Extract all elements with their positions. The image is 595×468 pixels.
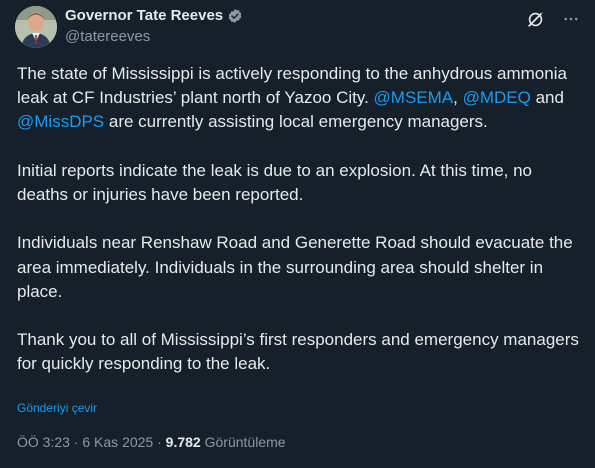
mention-mdeq[interactable]: @MDEQ [463,88,531,107]
top-actions [525,9,581,29]
tweet-paragraph-2: Initial reports indicate the leak is due… [17,160,533,204]
tweet-paragraph-1: The state of Mississippi is actively res… [17,62,582,135]
avatar[interactable] [15,6,57,48]
more-options-icon[interactable] [561,9,581,29]
mention-missdps[interactable]: @MissDPS [17,112,104,131]
views-count[interactable]: 9.782 [166,434,201,450]
post-time[interactable]: ÖÖ 3:23 [17,434,70,450]
views-label: Görüntüleme [200,434,286,450]
verified-badge-icon [227,8,243,24]
avatar-photo [15,6,57,48]
author-name-row[interactable]: Governor Tate Reeves [65,7,243,24]
translate-post-link[interactable]: Gönderiyi çevir [17,401,97,415]
author-handle[interactable]: @tatereeves [65,28,150,45]
tweet-paragraph-4: Thank you to all of Mississippi’s first … [17,330,579,374]
meta-separator: · [69,434,83,450]
post-date[interactable]: 6 Kas 2025 [82,434,153,450]
tweet-text-segment: are currently assisting local emergency … [104,112,488,132]
tweet-text: The state of Mississippi is actively res… [17,62,582,377]
tweet-text-segment: and [530,88,564,108]
meta-separator: · [153,434,166,450]
grok-icon[interactable] [525,9,545,29]
tweet-paragraph-3: Individuals near Renshaw Road and Genere… [17,233,573,301]
tweet-meta: ÖÖ 3:23 · 6 Kas 2025 · 9.782 Görüntüleme [17,434,286,450]
mention-msema[interactable]: @MSEMA [374,88,454,107]
tweet-text-segment: , [453,88,463,108]
author-name[interactable]: Governor Tate Reeves [65,7,223,24]
